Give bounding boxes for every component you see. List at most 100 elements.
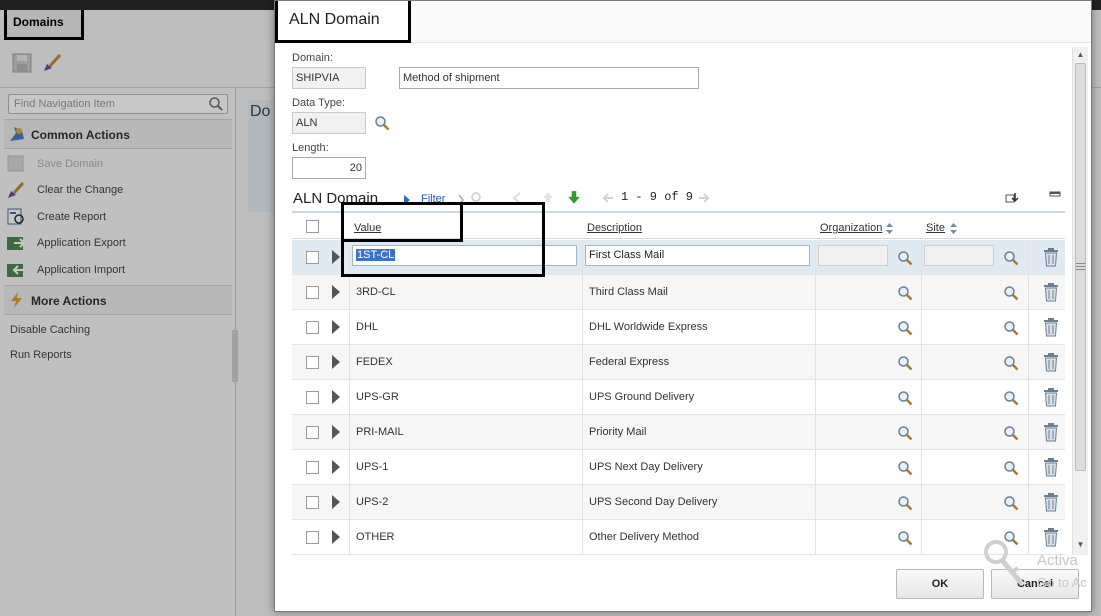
description-cell[interactable]: UPS Ground Delivery (589, 391, 694, 403)
row-expand-icon[interactable] (332, 425, 340, 439)
clear-filter-icon[interactable] (511, 191, 525, 205)
previous-page-icon[interactable] (601, 191, 615, 205)
ok-button[interactable]: OK (896, 569, 984, 599)
organization-lookup-icon[interactable] (897, 390, 913, 406)
description-cell[interactable]: DHL Worldwide Express (589, 321, 708, 333)
row-expand-icon[interactable] (332, 250, 340, 264)
site-input[interactable] (924, 245, 994, 266)
row-checkbox[interactable] (306, 356, 319, 369)
column-header-organization[interactable]: Organization (820, 222, 882, 234)
filter-chevron-icon[interactable] (457, 193, 465, 207)
trash-icon[interactable] (1042, 352, 1060, 372)
organization-lookup-icon[interactable] (897, 355, 913, 371)
organization-lookup-icon[interactable] (897, 530, 913, 546)
sort-organization-icon[interactable] (886, 223, 893, 234)
row-expand-icon[interactable] (332, 530, 340, 544)
row-expand-icon[interactable] (332, 495, 340, 509)
organization-lookup-icon[interactable] (897, 460, 913, 476)
table-row[interactable]: PRI-MAIL Priority Mail (292, 415, 1065, 450)
organization-lookup-icon[interactable] (897, 320, 913, 336)
download-arrow-icon[interactable] (566, 190, 582, 206)
trash-icon[interactable] (1042, 282, 1060, 302)
table-row[interactable]: OTHER Other Delivery Method (292, 520, 1065, 555)
up-arrow-icon[interactable] (541, 190, 555, 204)
row-expand-icon[interactable] (332, 390, 340, 404)
trash-icon[interactable] (1042, 457, 1060, 477)
trash-icon[interactable] (1042, 247, 1060, 267)
trash-icon[interactable] (1042, 387, 1060, 407)
description-cell[interactable]: UPS Second Day Delivery (589, 496, 717, 508)
value-cell[interactable]: OTHER (356, 531, 395, 543)
table-row[interactable]: UPS-2 UPS Second Day Delivery (292, 485, 1065, 520)
description-cell[interactable]: Other Delivery Method (589, 531, 699, 543)
row-checkbox[interactable] (306, 391, 319, 404)
table-row[interactable]: UPS-1 UPS Next Day Delivery (292, 450, 1065, 485)
table-row[interactable]: UPS-GR UPS Ground Delivery (292, 380, 1065, 415)
organization-input[interactable] (818, 245, 888, 266)
site-lookup-icon[interactable] (1003, 425, 1019, 441)
minimize-table-icon[interactable] (1049, 189, 1061, 201)
row-expand-icon[interactable] (332, 285, 340, 299)
column-header-site[interactable]: Site (926, 222, 945, 234)
site-lookup-icon[interactable] (1003, 495, 1019, 511)
next-page-icon[interactable] (697, 191, 711, 205)
row-checkbox[interactable] (306, 321, 319, 334)
site-lookup-icon[interactable] (1003, 320, 1019, 336)
row-checkbox[interactable] (306, 426, 319, 439)
description-cell[interactable]: Third Class Mail (589, 286, 668, 298)
site-lookup-icon[interactable] (1003, 285, 1019, 301)
table-row[interactable]: 3RD-CL Third Class Mail (292, 275, 1065, 310)
table-row[interactable]: 1ST-CL First Class Mail (292, 240, 1065, 275)
filter-link[interactable]: Filter (421, 193, 445, 205)
select-all-checkbox[interactable] (306, 220, 319, 233)
scrollbar-thumb[interactable] (1075, 63, 1086, 471)
value-cell[interactable]: PRI-MAIL (356, 426, 404, 438)
description-cell[interactable]: UPS Next Day Delivery (589, 461, 703, 473)
trash-icon[interactable] (1042, 317, 1060, 337)
column-divider (349, 275, 350, 310)
row-expand-icon[interactable] (332, 355, 340, 369)
column-header-value[interactable]: Value (354, 222, 381, 234)
datatype-lookup-icon[interactable] (374, 115, 390, 131)
value-cell[interactable]: UPS-1 (356, 461, 388, 473)
description-cell[interactable]: Priority Mail (589, 426, 646, 438)
row-checkbox[interactable] (306, 461, 319, 474)
download-table-icon[interactable] (1005, 191, 1019, 205)
row-checkbox[interactable] (306, 286, 319, 299)
organization-lookup-icon[interactable] (897, 425, 913, 441)
site-lookup-icon[interactable] (1003, 390, 1019, 406)
domain-description-field[interactable]: Method of shipment (399, 67, 699, 89)
value-cell[interactable]: 3RD-CL (356, 286, 396, 298)
site-lookup-icon[interactable] (1003, 460, 1019, 476)
value-input[interactable]: 1ST-CL (352, 245, 577, 266)
value-cell[interactable]: UPS-2 (356, 496, 388, 508)
value-cell[interactable]: FEDEX (356, 356, 393, 368)
trash-icon[interactable] (1042, 527, 1060, 547)
organization-lookup-icon[interactable] (897, 250, 913, 266)
row-expand-icon[interactable] (332, 320, 340, 334)
vertical-scrollbar[interactable]: ▲ ▼ (1072, 47, 1088, 555)
row-expand-icon[interactable] (332, 460, 340, 474)
description-cell[interactable]: Federal Express (589, 356, 669, 368)
column-divider (921, 275, 922, 310)
row-checkbox[interactable] (306, 251, 319, 264)
row-checkbox[interactable] (306, 496, 319, 509)
site-lookup-icon[interactable] (1003, 355, 1019, 371)
trash-icon[interactable] (1042, 492, 1060, 512)
row-checkbox[interactable] (306, 531, 319, 544)
column-divider (815, 520, 816, 555)
table-row[interactable]: FEDEX Federal Express (292, 345, 1065, 380)
trash-icon[interactable] (1042, 422, 1060, 442)
sort-site-icon[interactable] (950, 223, 957, 234)
value-cell[interactable]: DHL (356, 321, 378, 333)
scroll-up-icon[interactable]: ▲ (1075, 49, 1086, 61)
value-cell[interactable]: UPS-GR (356, 391, 399, 403)
filter-search-icon[interactable] (470, 191, 484, 205)
organization-lookup-icon[interactable] (897, 495, 913, 511)
column-header-description[interactable]: Description (587, 222, 642, 234)
length-field[interactable]: 20 (292, 157, 366, 179)
site-lookup-icon[interactable] (1003, 250, 1019, 266)
organization-lookup-icon[interactable] (897, 285, 913, 301)
description-input[interactable]: First Class Mail (585, 245, 810, 266)
table-row[interactable]: DHL DHL Worldwide Express (292, 310, 1065, 345)
